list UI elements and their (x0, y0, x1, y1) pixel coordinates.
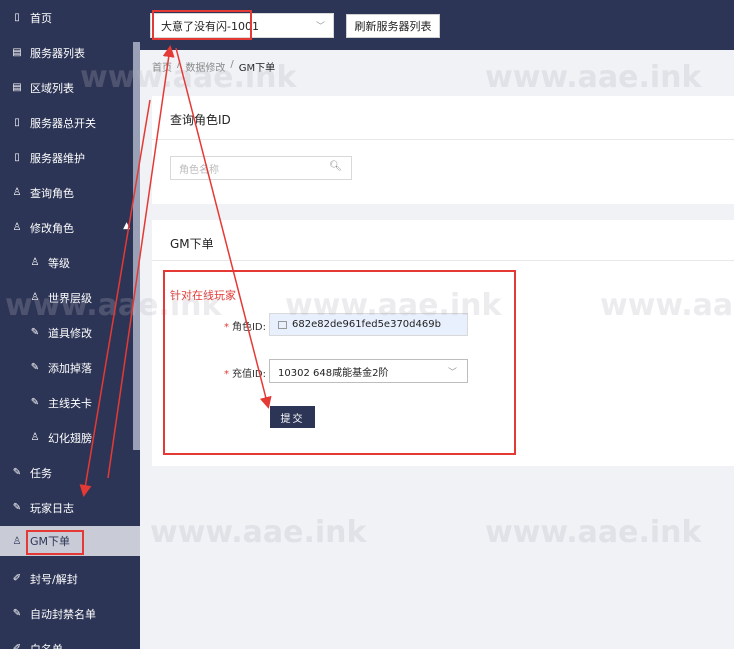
arrow-to-server-select (107, 45, 175, 479)
arrow-to-submit (175, 47, 272, 409)
arrow-to-menu (79, 99, 151, 497)
annotation-arrows (79, 45, 272, 497)
